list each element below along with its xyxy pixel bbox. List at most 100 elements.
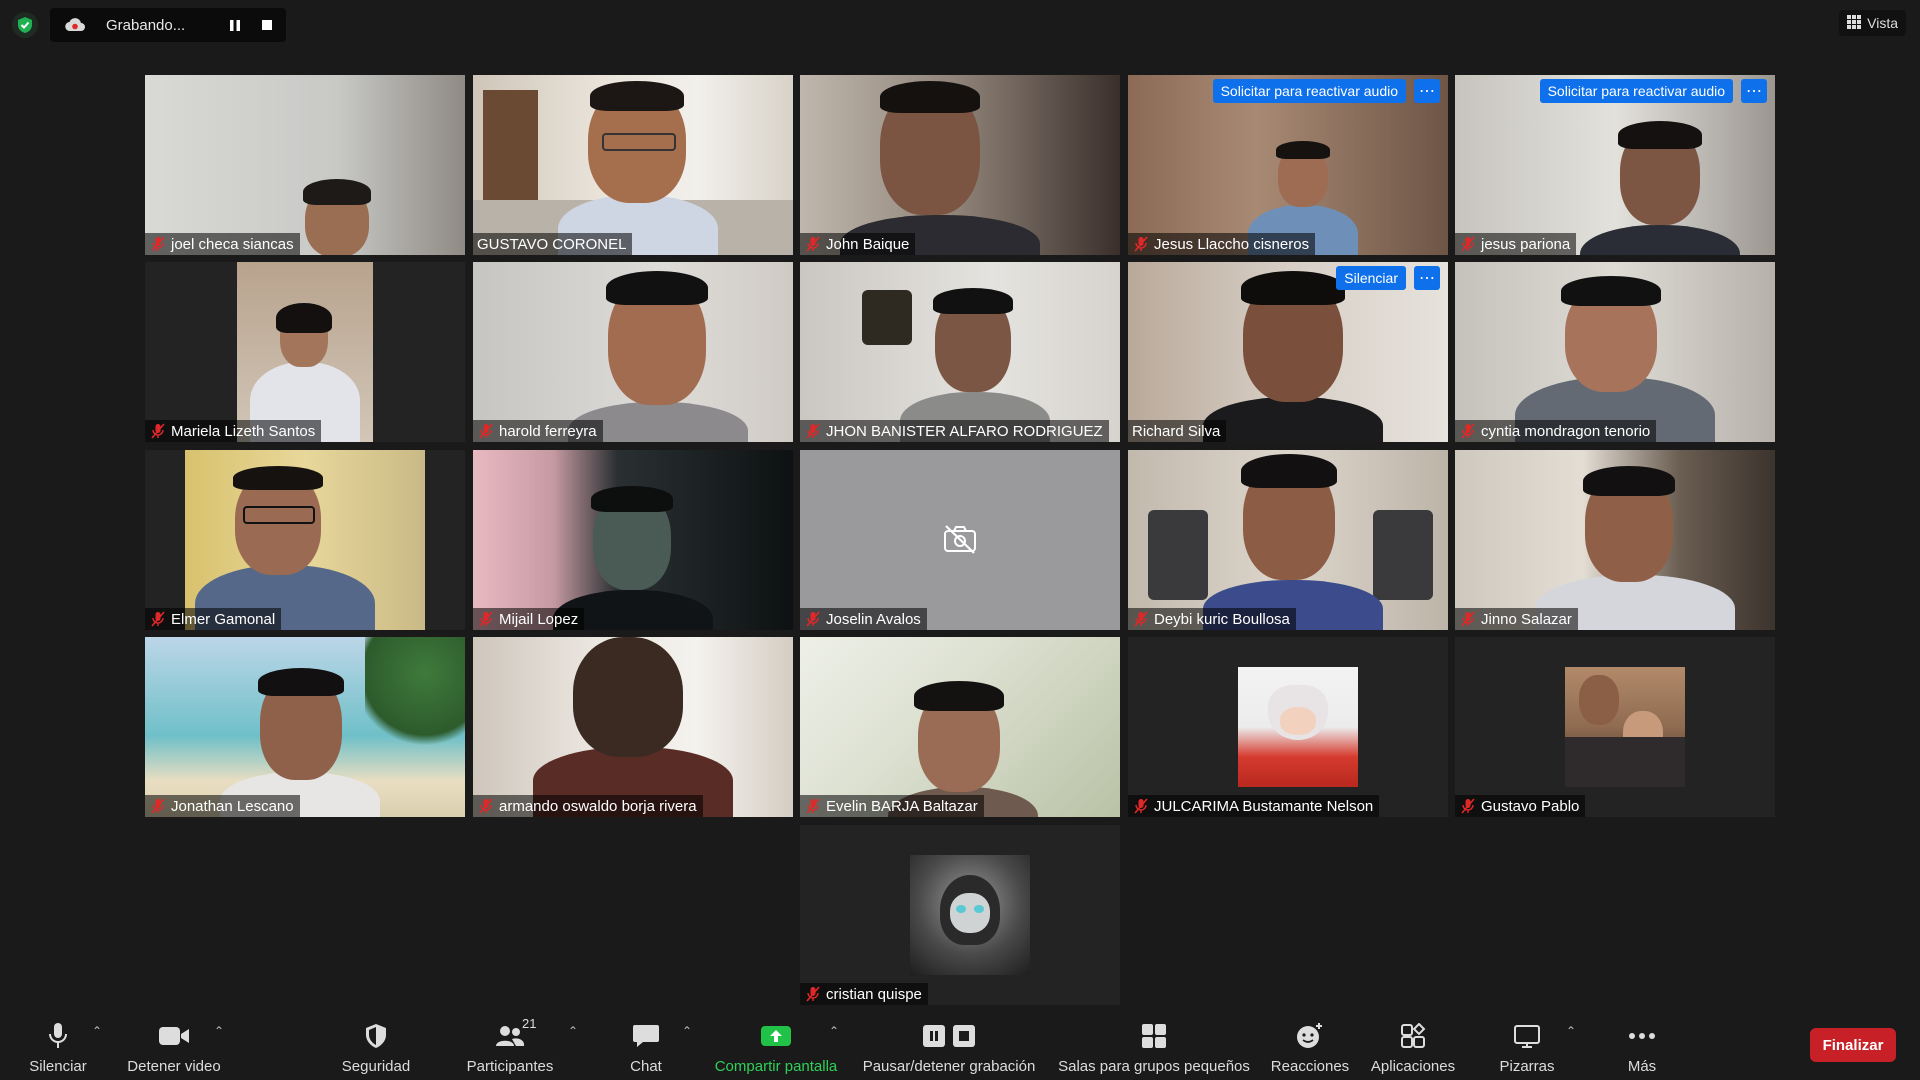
mic-off-icon — [477, 610, 495, 628]
more-icon[interactable]: ⋯ — [1741, 79, 1767, 103]
whiteboards-button[interactable]: Pizarras — [1492, 1010, 1562, 1080]
participant-tile[interactable]: Jonathan Lescano — [145, 637, 465, 817]
participant-name: joel checa siancas — [171, 235, 294, 253]
participant-name: Elmer Gamonal — [171, 610, 276, 628]
pause-stop-recording-icon — [921, 1018, 977, 1054]
participant-name: Gustavo Pablo — [1481, 797, 1580, 815]
speaker-right — [1373, 510, 1433, 600]
name-tag: Jonathan Lescano — [145, 795, 300, 817]
participant-tile-video-off[interactable]: JULCARIMA Bustamante Nelson — [1128, 637, 1448, 817]
avatar — [1238, 667, 1358, 787]
mic-off-icon — [149, 235, 167, 253]
apps-button[interactable]: Aplicaciones — [1368, 1010, 1458, 1080]
speaker-left — [1148, 510, 1208, 600]
participant-tile-video-off[interactable]: Joselin Avalos — [800, 450, 1120, 630]
palm-tree — [365, 637, 465, 757]
name-tag: JULCARIMA Bustamante Nelson — [1128, 795, 1380, 817]
more-icon[interactable]: ⋯ — [1414, 79, 1440, 103]
mic-off-icon — [1459, 797, 1477, 815]
mic-off-icon — [1459, 422, 1477, 440]
participant-tile[interactable]: Solicitar para reactivar audio ⋯ Jesus L… — [1128, 75, 1448, 255]
participant-tile[interactable]: cyntia mondragon tenorio — [1455, 262, 1775, 442]
ellipsis-icon — [1628, 1018, 1656, 1054]
mute-button[interactable]: Silenciar — [22, 1010, 94, 1080]
name-tag: Gustavo Pablo — [1455, 795, 1586, 817]
participant-name: cristian quispe — [826, 985, 922, 1003]
name-tag: GUSTAVO CORONEL — [473, 233, 633, 255]
mute-participant-button[interactable]: Silenciar — [1336, 266, 1406, 290]
participant-name: John Baique — [826, 235, 910, 253]
mic-off-icon — [149, 797, 167, 815]
name-tag: Elmer Gamonal — [145, 608, 282, 630]
participant-name: Evelin BARJA Baltazar — [826, 797, 978, 815]
participant-tile[interactable]: Silenciar ⋯ Richard Silva — [1128, 262, 1448, 442]
participant-tile[interactable]: Deybi kuric Boullosa — [1128, 450, 1448, 630]
meeting-toolbar: Silenciar ⌃ Detener video ⌃ Seguridad 21… — [0, 1010, 1920, 1080]
participant-name: cyntia mondragon tenorio — [1481, 422, 1651, 440]
participant-tile[interactable]: harold ferreyra — [473, 262, 793, 442]
mic-off-icon — [1132, 797, 1150, 815]
more-button[interactable]: Más — [1614, 1010, 1670, 1080]
caret-up-icon[interactable]: ⌃ — [1566, 1024, 1576, 1038]
participant-tile[interactable]: Solicitar para reactivar audio ⋯ jesus p… — [1455, 75, 1775, 255]
participant-name: harold ferreyra — [499, 422, 597, 440]
breakout-rooms-button[interactable]: Salas para grupos pequeños — [1057, 1010, 1251, 1080]
participant-tile-video-off[interactable]: Gustavo Pablo — [1455, 637, 1775, 817]
participant-tile-video-off[interactable]: cristian quispe — [800, 825, 1120, 1005]
video-icon — [158, 1018, 190, 1054]
shield-icon — [365, 1018, 387, 1054]
participant-tile[interactable]: Evelin BARJA Baltazar — [800, 637, 1120, 817]
participant-tile[interactable]: Mariela Lizeth Santos — [145, 262, 465, 442]
reactions-icon — [1296, 1018, 1324, 1054]
participant-tile[interactable]: armando oswaldo borja rivera — [473, 637, 793, 817]
whiteboard-icon — [1513, 1018, 1541, 1054]
participant-name: GUSTAVO CORONEL — [477, 235, 627, 253]
chat-button[interactable]: Chat — [618, 1010, 674, 1080]
end-meeting-button[interactable]: Finalizar — [1810, 1028, 1896, 1062]
caret-up-icon[interactable]: ⌃ — [829, 1024, 839, 1038]
wall-decoration — [862, 290, 912, 345]
share-screen-button[interactable]: Compartir pantalla — [706, 1010, 846, 1080]
participant-name: Mijail Lopez — [499, 610, 579, 628]
participant-name: Jinno Salazar — [1481, 610, 1572, 628]
share-screen-icon — [760, 1018, 792, 1054]
mic-off-icon — [804, 610, 822, 628]
camera-off-icon — [943, 524, 977, 559]
participant-name: JHON BANISTER ALFARO RODRIGUEZ — [826, 422, 1103, 440]
caret-up-icon[interactable]: ⌃ — [92, 1024, 102, 1038]
name-tag: Jinno Salazar — [1455, 608, 1578, 630]
reactions-button[interactable]: Reacciones — [1268, 1010, 1352, 1080]
participant-tile[interactable]: joel checa siancas — [145, 75, 465, 255]
more-icon[interactable]: ⋯ — [1414, 266, 1440, 290]
mic-off-icon — [1459, 610, 1477, 628]
name-tag: cyntia mondragon tenorio — [1455, 420, 1657, 442]
mic-off-icon — [149, 610, 167, 628]
breakout-icon — [1141, 1018, 1167, 1054]
participant-tile[interactable]: Elmer Gamonal — [145, 450, 465, 630]
name-tag: Mijail Lopez — [473, 608, 585, 630]
mic-off-icon — [804, 235, 822, 253]
ask-unmute-button[interactable]: Solicitar para reactivar audio — [1212, 79, 1406, 103]
participant-name: Jonathan Lescano — [171, 797, 294, 815]
participants-button[interactable]: 21 Participantes — [462, 1010, 558, 1080]
participant-name: Joselin Avalos — [826, 610, 921, 628]
ask-unmute-button[interactable]: Solicitar para reactivar audio — [1539, 79, 1733, 103]
participant-tile[interactable]: Jinno Salazar — [1455, 450, 1775, 630]
recording-control-button[interactable]: Pausar/detener grabación — [860, 1010, 1038, 1080]
mic-off-icon — [1132, 610, 1150, 628]
participant-tile[interactable]: John Baique — [800, 75, 1120, 255]
participant-tile-active-speaker[interactable]: GUSTAVO CORONEL — [473, 75, 793, 255]
security-button[interactable]: Seguridad — [332, 1010, 420, 1080]
stop-video-button[interactable]: Detener video — [122, 1010, 226, 1080]
mic-icon — [48, 1018, 68, 1054]
avatar — [910, 855, 1030, 975]
participant-tile[interactable]: JHON BANISTER ALFARO RODRIGUEZ — [800, 262, 1120, 442]
caret-up-icon[interactable]: ⌃ — [214, 1024, 224, 1038]
caret-up-icon[interactable]: ⌃ — [568, 1024, 578, 1038]
participant-tile[interactable]: Mijail Lopez — [473, 450, 793, 630]
name-tag: Mariela Lizeth Santos — [145, 420, 322, 442]
mic-off-icon — [149, 422, 167, 440]
participants-count: 21 — [522, 1016, 537, 1031]
caret-up-icon[interactable]: ⌃ — [682, 1024, 692, 1038]
name-tag: armando oswaldo borja rivera — [473, 795, 703, 817]
